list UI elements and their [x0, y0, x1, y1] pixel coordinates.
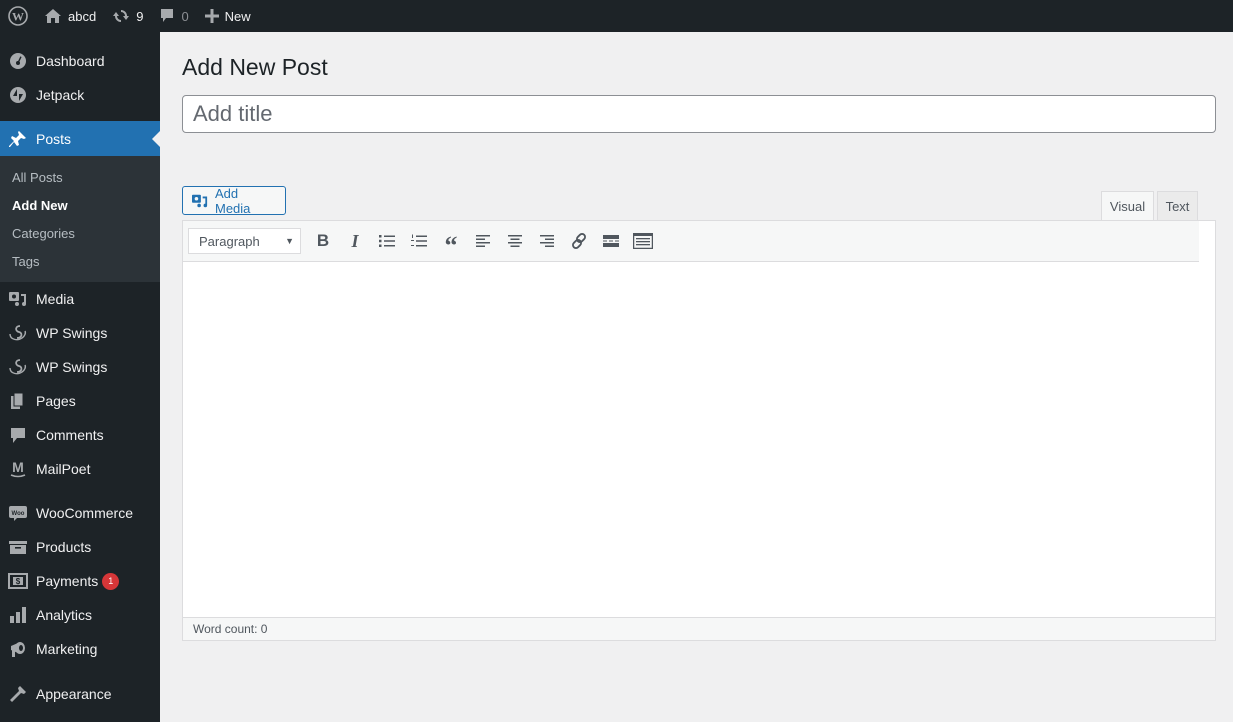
comment-icon [159, 8, 175, 24]
sidebar-item-media[interactable]: Media [0, 282, 160, 316]
sidebar-item-marketing[interactable]: Marketing [0, 632, 160, 666]
align-left-icon [476, 235, 490, 247]
comments-link[interactable]: 0 [151, 0, 196, 32]
keyboard-icon [633, 233, 653, 249]
site-name: abcd [68, 8, 97, 24]
svg-text:$: $ [16, 577, 21, 586]
megaphone-icon [8, 639, 28, 659]
tab-text[interactable]: Text [1157, 191, 1198, 220]
sidebar-item-wp-swings-1[interactable]: WP Swings [0, 316, 160, 350]
add-media-button[interactable]: Add Media [182, 186, 286, 216]
wpswings-icon [8, 357, 28, 377]
sidebar-item-woocommerce[interactable]: Woo WooCommerce [0, 496, 160, 530]
align-right-button[interactable] [531, 227, 563, 255]
posts-submenu: All Posts Add New Categories Tags [0, 156, 160, 282]
sidebar-item-wp-swings-2[interactable]: WP Swings [0, 350, 160, 384]
svg-text:W: W [12, 10, 24, 24]
sidebar-item-analytics[interactable]: Analytics [0, 598, 160, 632]
wordpress-logo-button[interactable]: W [0, 0, 36, 32]
media-icon [191, 193, 209, 209]
sidebar-item-payments[interactable]: $ Payments 1 [0, 564, 160, 598]
jetpack-icon [8, 85, 28, 105]
admin-sidebar: Dashboard Jetpack Posts All Posts Add Ne… [0, 32, 160, 722]
editor-statusbar: Word count: 0 [183, 617, 1215, 640]
sidebar-item-mailpoet[interactable]: M MailPoet [0, 452, 160, 486]
toolbar-toggle-button[interactable] [627, 227, 659, 255]
site-name-link[interactable]: abcd [36, 0, 104, 32]
link-button[interactable] [563, 227, 595, 255]
page-title: Add New Post [182, 54, 328, 80]
blockquote-button[interactable]: “ [435, 227, 467, 260]
media-icon [8, 289, 28, 309]
admin-bar: W abcd 9 0 New [0, 0, 1233, 32]
classic-editor: Paragraph ▼ B I “ Word count: 0 [182, 220, 1216, 641]
payments-badge: 1 [102, 572, 120, 590]
format-select[interactable]: Paragraph ▼ [188, 228, 301, 254]
comments-count: 0 [181, 8, 189, 24]
sidebar-item-comments[interactable]: Comments [0, 418, 160, 452]
sidebar-item-pages[interactable]: Pages [0, 384, 160, 418]
bullet-list-icon [379, 235, 395, 247]
numbered-list-button[interactable] [403, 227, 435, 255]
word-count: Word count: 0 [193, 622, 268, 636]
archive-icon [8, 537, 28, 557]
updates-link[interactable]: 9 [104, 0, 151, 32]
editor-content-area[interactable] [183, 262, 1215, 617]
plus-icon [204, 9, 219, 23]
read-more-button[interactable] [595, 227, 627, 255]
pages-icon [8, 391, 28, 411]
sidebar-item-jetpack[interactable]: Jetpack [0, 78, 160, 112]
svg-text:M: M [12, 459, 24, 475]
updates-count: 9 [136, 8, 144, 24]
read-more-icon [603, 235, 619, 247]
submenu-all-posts[interactable]: All Posts [0, 163, 160, 191]
home-icon [44, 8, 62, 24]
wordpress-logo-icon: W [8, 6, 28, 26]
comment-icon [8, 425, 28, 445]
bullet-list-button[interactable] [371, 227, 403, 255]
tab-visual[interactable]: Visual [1101, 191, 1154, 220]
link-icon [572, 233, 586, 249]
woo-icon: Woo [8, 503, 28, 523]
align-center-button[interactable] [499, 227, 531, 255]
mailpoet-icon: M [8, 459, 28, 479]
new-label: New [224, 8, 251, 24]
pin-icon [8, 129, 28, 149]
align-center-icon [508, 235, 522, 247]
svg-text:Woo: Woo [12, 511, 25, 517]
sidebar-item-dashboard[interactable]: Dashboard [0, 44, 160, 78]
updates-icon [112, 8, 130, 24]
submenu-add-new[interactable]: Add New [0, 191, 160, 219]
main-content: Add New Post Add Media Visual Text Parag… [160, 32, 1233, 722]
paintbrush-icon [8, 684, 28, 704]
bar-chart-icon [8, 605, 28, 625]
editor-toolbar: Paragraph ▼ B I “ [183, 221, 1199, 262]
align-left-button[interactable] [467, 227, 499, 255]
payments-icon: $ [8, 571, 28, 591]
align-right-icon [540, 235, 554, 247]
italic-button[interactable]: I [339, 227, 371, 255]
new-content-link[interactable]: New [197, 0, 259, 32]
submenu-tags[interactable]: Tags [0, 247, 160, 275]
sidebar-item-posts[interactable]: Posts [0, 121, 160, 156]
dashboard-icon [8, 51, 28, 71]
numbered-list-icon [411, 234, 427, 247]
wpswings-icon [8, 323, 28, 343]
bold-button[interactable]: B [307, 227, 339, 255]
submenu-categories[interactable]: Categories [0, 219, 160, 247]
sidebar-item-appearance[interactable]: Appearance [0, 677, 160, 711]
chevron-down-icon: ▼ [285, 236, 294, 246]
post-title-input[interactable] [182, 95, 1216, 133]
sidebar-item-products[interactable]: Products [0, 530, 160, 564]
